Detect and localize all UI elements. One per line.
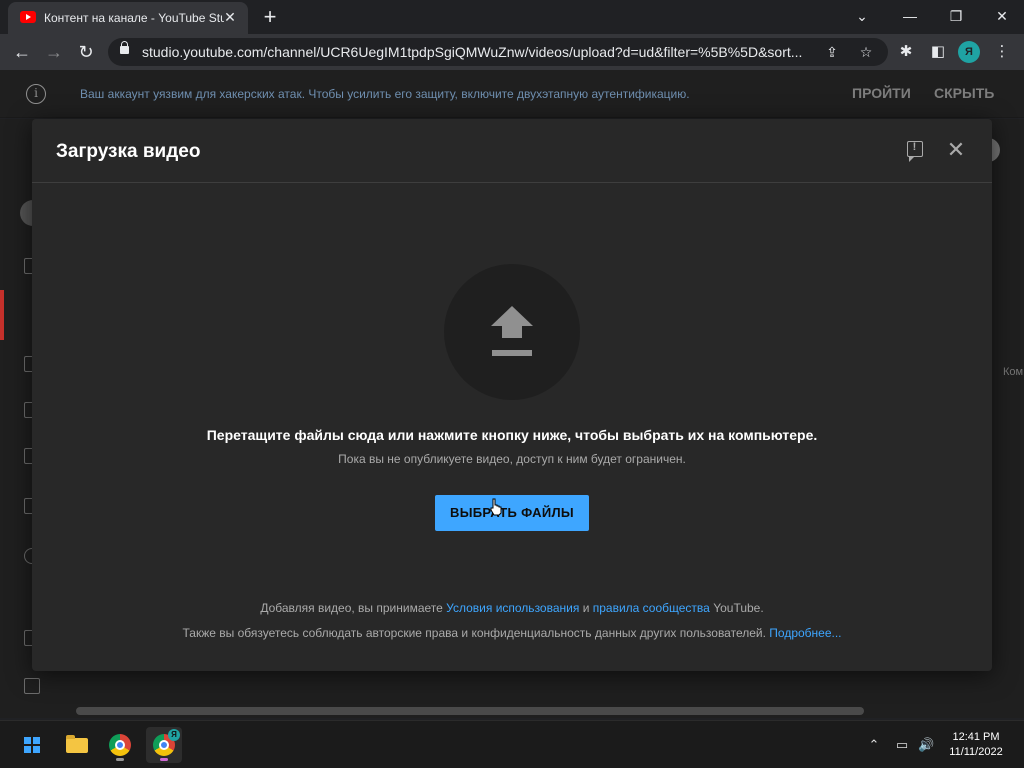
copyright-line: Также вы обязуетесь соблюдать авторские … <box>32 626 992 640</box>
tab-close-icon[interactable]: ✕ <box>222 9 238 25</box>
windows-taskbar: Я ⌃ ▭ 🔊 12:41 PM 11/11/2022 <box>0 720 1024 768</box>
security-banner: i Ваш аккаунт уязвим для хакерских атак.… <box>0 70 1024 118</box>
dialog-divider <box>32 182 992 183</box>
share-icon[interactable]: ⇪ <box>822 42 842 62</box>
running-indicator <box>116 758 124 761</box>
background-partial-text: Ком <box>1003 366 1024 378</box>
tab-title: Контент на канале - YouTube Studio <box>44 11 224 25</box>
learn-more-link[interactable]: Подробнее... <box>769 626 841 640</box>
upload-arrow-icon <box>491 306 533 326</box>
hand-cursor-icon <box>490 498 502 516</box>
chrome-taskbar-button[interactable] <box>102 727 138 763</box>
back-arrow-icon[interactable]: ← <box>10 40 34 64</box>
volume-icon[interactable]: 🔊 <box>918 737 934 753</box>
chrome-icon <box>109 734 131 756</box>
banner-hide-button[interactable]: СКРЫТЬ <box>934 85 994 101</box>
profile-avatar[interactable]: Я <box>958 41 980 63</box>
drop-subtext: Пока вы не опубликуете видео, доступ к н… <box>338 452 686 466</box>
banner-proceed-button[interactable]: ПРОЙТИ <box>852 85 911 101</box>
info-icon: i <box>26 84 46 104</box>
clock-time: 12:41 PM <box>952 731 1000 743</box>
upload-arrow-base <box>492 350 532 356</box>
restore-button[interactable]: ❐ <box>936 4 976 28</box>
terms-line: Добавляя видео, вы принимаете Условия ис… <box>32 601 992 615</box>
sidebar-active-indicator <box>0 290 4 340</box>
start-button[interactable] <box>14 727 50 763</box>
browser-tabstrip: Контент на канале - YouTube Studio ✕ + ⌄… <box>0 0 1024 34</box>
upload-dialog: Загрузка видео ✕ Перетащите файлы сюда и… <box>32 119 992 671</box>
windows-logo-icon <box>24 737 40 753</box>
reload-icon[interactable]: ↻ <box>74 40 98 64</box>
forward-arrow-icon[interactable]: → <box>42 40 66 64</box>
window-close-button[interactable]: ✕ <box>982 4 1022 28</box>
chevron-up-icon[interactable]: ⌃ <box>866 737 882 753</box>
banner-text: Ваш аккаунт уязвим для хакерских атак. Ч… <box>80 87 690 101</box>
url-text[interactable]: studio.youtube.com/channel/UCR6UegIM1tpd… <box>142 44 822 60</box>
side-panel-icon[interactable]: ◧ <box>926 40 950 64</box>
horizontal-scrollbar[interactable] <box>76 707 864 715</box>
system-clock[interactable]: 12:41 PM 11/11/2022 <box>946 730 1006 760</box>
community-guidelines-link[interactable]: правила сообщества <box>593 601 710 615</box>
upload-arrow-stem <box>502 324 522 338</box>
chrome-profile-taskbar-button[interactable]: Я <box>146 727 182 763</box>
select-files-button[interactable]: ВЫБРАТЬ ФАЙЛЫ <box>435 495 589 531</box>
file-explorer-button[interactable] <box>58 727 94 763</box>
terms-prefix: Добавляя видео, вы принимаете <box>260 601 447 615</box>
upload-drop-area[interactable] <box>444 264 580 400</box>
browser-tab-active[interactable]: Контент на канале - YouTube Studio ✕ <box>8 2 248 34</box>
extensions-puzzle-icon[interactable]: ✱ <box>894 40 918 64</box>
tab-search-dropdown-icon[interactable]: ⌄ <box>842 4 882 28</box>
clock-date: 11/11/2022 <box>949 746 1003 758</box>
copyright-text: Также вы обязуетесь соблюдать авторские … <box>182 626 770 640</box>
terms-of-service-link[interactable]: Условия использования <box>446 601 579 615</box>
minimize-button[interactable]: — <box>890 4 930 28</box>
active-indicator <box>160 758 168 761</box>
feedback-sidebar-icon <box>24 678 40 694</box>
feedback-icon[interactable] <box>907 141 923 162</box>
youtube-favicon-icon <box>20 11 36 23</box>
chrome-menu-icon[interactable]: ⋮ <box>990 40 1014 64</box>
folder-icon <box>66 735 88 753</box>
network-icon[interactable]: ▭ <box>894 737 910 753</box>
address-bar[interactable]: studio.youtube.com/channel/UCR6UegIM1tpd… <box>108 38 888 66</box>
close-icon[interactable]: ✕ <box>946 139 966 161</box>
terms-suffix: YouTube. <box>709 601 764 615</box>
lock-icon[interactable] <box>120 41 129 54</box>
terms-middle: и <box>579 601 593 615</box>
profile-badge: Я <box>168 729 180 741</box>
dialog-title: Загрузка видео <box>56 141 201 162</box>
drop-instructions: Перетащите файлы сюда или нажмите кнопку… <box>206 427 818 443</box>
bookmark-star-icon[interactable]: ☆ <box>856 42 876 62</box>
browser-toolbar: ← → ↻ studio.youtube.com/channel/UCR6Ueg… <box>0 34 1024 70</box>
new-tab-button[interactable]: + <box>258 6 282 30</box>
